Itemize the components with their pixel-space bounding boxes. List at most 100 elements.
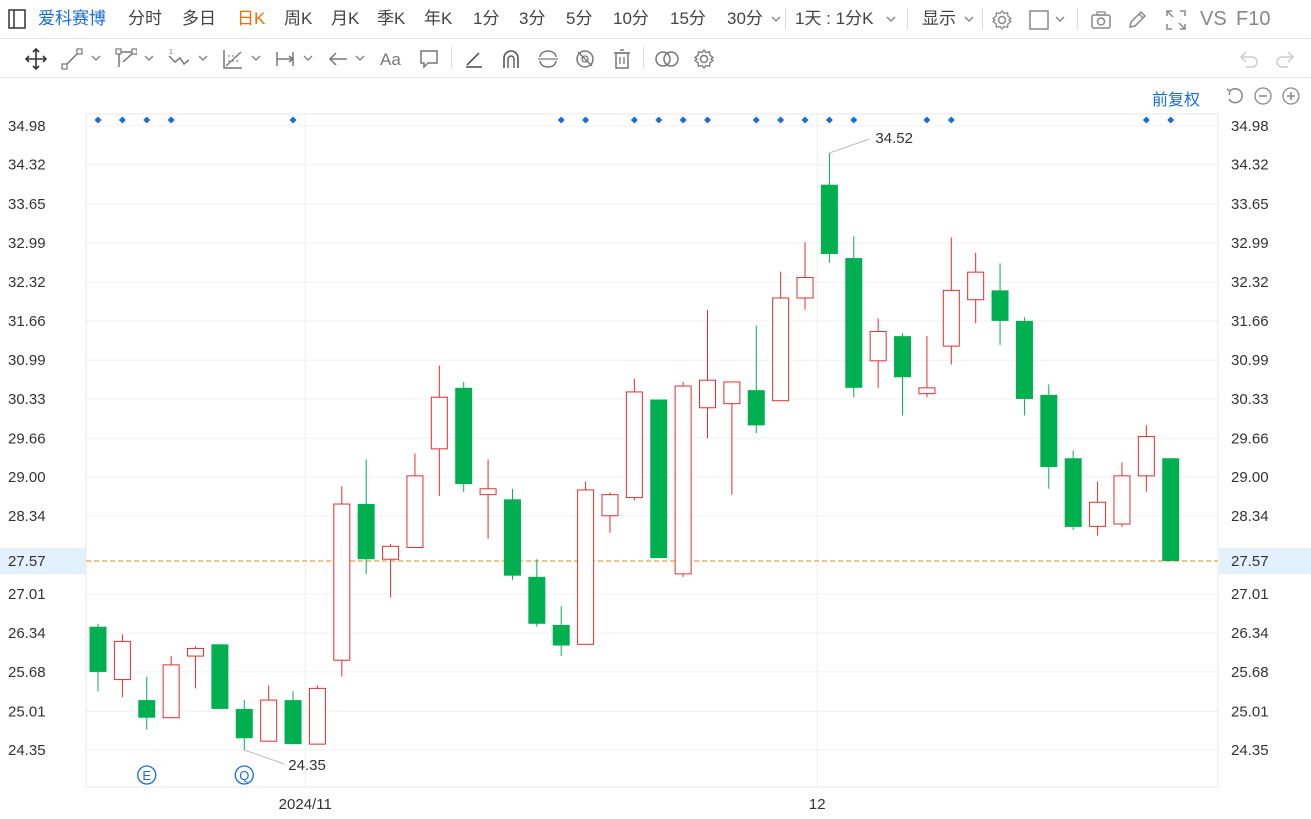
comment-icon[interactable]	[418, 48, 440, 70]
event-dot-marker	[655, 116, 663, 124]
interval-select[interactable]: 1天 : 1分K	[795, 0, 873, 38]
tab-period[interactable]: 分时	[128, 0, 162, 38]
y-tick-label-right: 26.34	[1231, 625, 1269, 642]
candle-body	[1015, 320, 1033, 399]
f10-button[interactable]: F10	[1236, 0, 1270, 38]
chevron-down-icon[interactable]	[303, 53, 313, 63]
y-tick-label-left: 25.01	[8, 703, 46, 720]
layout-square-icon[interactable]	[1028, 9, 1050, 31]
chevron-down-icon[interactable]	[91, 53, 101, 63]
chevron-down-icon[interactable]	[771, 14, 781, 24]
trend-wave-icon[interactable]: 1	[168, 48, 190, 70]
y-tick-label-left: 27.01	[8, 586, 46, 603]
event-dot-marker	[777, 116, 785, 124]
candle-body	[625, 391, 643, 499]
pen-icon[interactable]	[463, 48, 485, 70]
move-icon[interactable]	[25, 48, 47, 70]
chevron-down-icon[interactable]	[251, 53, 261, 63]
tab-period[interactable]: 周K	[284, 0, 312, 38]
candle-body	[187, 647, 205, 657]
candle-body	[479, 488, 497, 496]
y-tick-label-left: 30.33	[8, 391, 46, 408]
pencil-icon[interactable]	[1126, 9, 1148, 31]
event-dot-marker	[752, 116, 760, 124]
y-tick-label-left: 32.32	[8, 274, 46, 291]
cycle-icon[interactable]	[537, 48, 559, 70]
candle-body	[357, 504, 375, 560]
tab-period[interactable]: 季K	[377, 0, 405, 38]
y-tick-label-left: 29.66	[8, 430, 46, 447]
chevron-down-icon[interactable]	[198, 53, 208, 63]
arrow-left-icon[interactable]	[327, 48, 349, 70]
tab-period[interactable]: 15分	[670, 0, 706, 38]
tab-period[interactable]: 年K	[424, 0, 452, 38]
y-tick-label-left: 33.65	[8, 196, 46, 213]
chevron-down-icon[interactable]	[355, 53, 365, 63]
candle-body	[723, 381, 741, 405]
y-tick-label-right: 29.00	[1231, 469, 1269, 486]
settings-icon[interactable]	[991, 9, 1013, 31]
y-tick-label-right: 29.66	[1231, 430, 1269, 447]
y-tick-label-left: 34.98	[8, 118, 46, 135]
divider	[982, 8, 983, 30]
polyline-icon[interactable]	[115, 48, 137, 70]
hide-eye-icon[interactable]	[574, 48, 596, 70]
annotation-leader	[244, 749, 285, 765]
stock-name[interactable]: 爱科赛博	[38, 0, 106, 38]
drawing-settings-icon[interactable]	[693, 48, 715, 70]
event-marker-label: Q	[239, 768, 249, 783]
event-marker-label: E	[142, 768, 151, 783]
vs-button[interactable]: VS	[1200, 0, 1227, 38]
grid-measure-icon[interactable]	[222, 48, 244, 70]
y-tick-label-right: 33.65	[1231, 196, 1269, 213]
candle-body	[918, 387, 936, 395]
range-measure-icon[interactable]	[274, 48, 296, 70]
undo-icon[interactable]	[1237, 48, 1259, 70]
trash-icon[interactable]	[611, 48, 633, 70]
chevron-down-icon[interactable]	[144, 53, 154, 63]
candle-body	[260, 699, 278, 742]
candle-body	[211, 644, 229, 709]
line-segment-icon[interactable]	[61, 48, 83, 70]
y-tick-label-right: 32.32	[1231, 274, 1269, 291]
compare-icon[interactable]	[654, 48, 680, 70]
candle-body	[845, 258, 863, 388]
camera-icon[interactable]	[1090, 9, 1112, 31]
y-tick-label-right: 25.68	[1231, 664, 1269, 681]
tab-period[interactable]: 月K	[331, 0, 359, 38]
tab-period[interactable]: 10分	[613, 0, 649, 38]
event-dot-marker	[167, 116, 175, 124]
tab-period[interactable]: 日K	[237, 0, 265, 38]
tab-period[interactable]: 5分	[566, 0, 592, 38]
fullscreen-icon[interactable]	[1165, 9, 1187, 31]
redo-icon[interactable]	[1275, 48, 1297, 70]
y-tick-label-left: 26.34	[8, 625, 46, 642]
chevron-down-icon[interactable]	[1055, 14, 1065, 24]
divider	[785, 8, 786, 30]
y-tick-label-right: 27.01	[1231, 586, 1269, 603]
display-menu[interactable]: 显示	[922, 0, 956, 38]
candle-body	[772, 297, 790, 402]
y-tick-label-right: 24.35	[1231, 742, 1269, 759]
event-dot-marker	[850, 116, 858, 124]
event-dot-marker	[679, 116, 687, 124]
candle-body	[455, 387, 473, 485]
tab-period[interactable]: 3分	[519, 0, 545, 38]
arc-icon[interactable]	[500, 48, 522, 70]
candle-body	[796, 276, 814, 299]
x-tick-label: 12	[809, 796, 826, 813]
candle-body	[894, 336, 912, 378]
candle-body	[747, 390, 765, 426]
svg-text:Aa: Aa	[380, 50, 401, 69]
y-tick-label-left: 28.34	[8, 508, 46, 525]
chevron-down-icon[interactable]	[964, 14, 974, 24]
high-annotation: 34.52	[875, 130, 913, 147]
candlestick-chart[interactable]: 34.98 34.98 34.32 34.32 33.65 33.65 32.99 32.99…	[0, 78, 1311, 819]
y-tick-label-left: 24.35	[8, 742, 46, 759]
chevron-down-icon[interactable]	[886, 14, 896, 24]
tab-period[interactable]: 多日	[182, 0, 216, 38]
panel-toggle-icon[interactable]	[6, 8, 28, 30]
text-icon[interactable]: Aa	[380, 48, 406, 70]
tab-period[interactable]: 1分	[473, 0, 499, 38]
tab-period[interactable]: 30分	[727, 0, 763, 38]
